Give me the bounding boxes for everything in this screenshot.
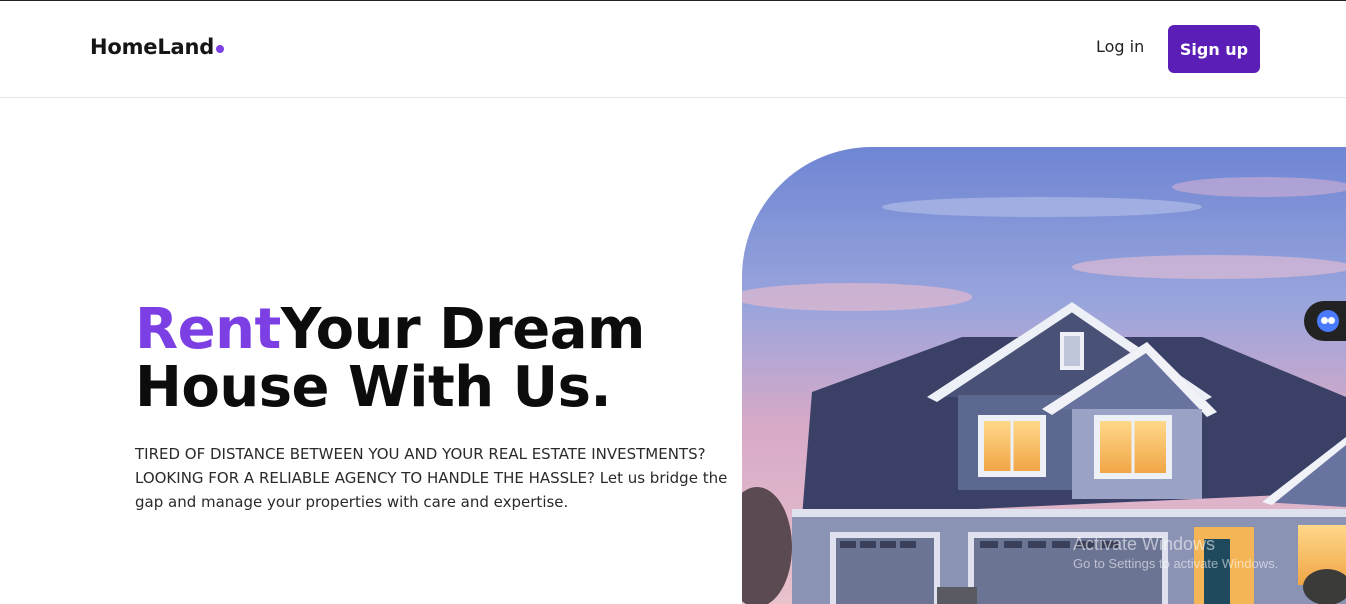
login-link[interactable]: Log in <box>1096 37 1144 56</box>
brand-logo[interactable]: HomeLand <box>90 35 225 59</box>
hero-title-accent: Rent <box>135 297 281 362</box>
hero-title: RentYour Dream House With Us. <box>135 301 645 417</box>
brand-name: HomeLand <box>90 35 215 59</box>
windows-activation-watermark: Activate Windows Go to Settings to activ… <box>1073 533 1278 573</box>
assistant-icon <box>1317 310 1339 332</box>
assistant-widget-button[interactable] <box>1304 301 1346 341</box>
hero-title-line2: House With Us. <box>135 355 612 420</box>
signup-button[interactable]: Sign up <box>1168 25 1260 73</box>
top-navbar: HomeLand Log in Sign up <box>0 1 1346 98</box>
logo-dot <box>216 45 225 53</box>
watermark-subtitle: Go to Settings to activate Windows. <box>1073 556 1279 571</box>
hero-title-line1: Your Dream <box>280 297 646 362</box>
watermark-title: Activate Windows <box>1073 534 1216 554</box>
hero-description: TIRED OF DISTANCE BETWEEN YOU AND YOUR R… <box>135 445 728 511</box>
